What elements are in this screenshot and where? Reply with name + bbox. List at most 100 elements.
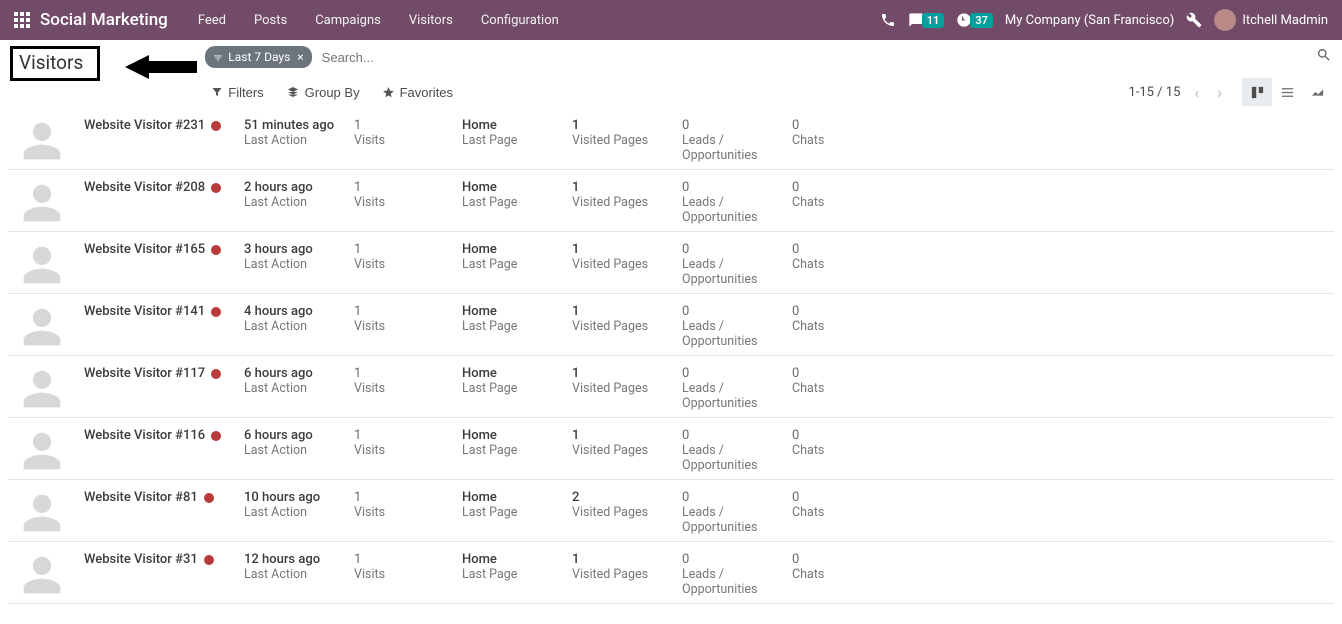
visitor-name: Website Visitor #116 — [84, 428, 205, 443]
user-name: Itchell Madmin — [1242, 13, 1328, 28]
visitor-row[interactable]: Website Visitor #8110 hours agoLast Acti… — [8, 480, 1334, 542]
tools-icon[interactable] — [1186, 12, 1202, 28]
visits-label: Visits — [354, 505, 452, 520]
leads-value: 0 — [682, 304, 782, 319]
pager-next[interactable]: › — [1213, 83, 1226, 102]
visited-pages-value: 1 — [572, 242, 672, 257]
visits-label: Visits — [354, 319, 452, 334]
menu-campaigns[interactable]: Campaigns — [303, 7, 393, 34]
visits-label: Visits — [354, 443, 452, 458]
activities-icon[interactable]: 37 — [956, 12, 993, 28]
visitor-avatar-icon — [16, 180, 68, 225]
visited-pages-label: Visited Pages — [572, 381, 672, 396]
visitor-row[interactable]: Website Visitor #1166 hours agoLast Acti… — [8, 418, 1334, 480]
chats-value: 0 — [792, 242, 882, 257]
leads-label: Leads / Opportunities — [682, 195, 782, 225]
filter-tag-remove[interactable]: × — [295, 50, 305, 64]
visits-label: Visits — [354, 257, 452, 272]
visits-label: Visits — [354, 133, 452, 148]
visits-label: Visits — [354, 195, 452, 210]
voip-icon[interactable] — [880, 12, 896, 28]
filter-icon — [213, 52, 223, 62]
visited-pages-label: Visited Pages — [572, 319, 672, 334]
visits-label: Visits — [354, 381, 452, 396]
visitor-row[interactable]: Website Visitor #23151 minutes agoLast A… — [8, 108, 1334, 170]
visits-value: 1 — [354, 180, 452, 195]
visitor-row[interactable]: Website Visitor #3112 hours agoLast Acti… — [8, 542, 1334, 604]
last-page-value: Home — [462, 428, 562, 443]
status-dot-icon — [211, 369, 221, 379]
last-page-label: Last Page — [462, 195, 562, 210]
visitor-row[interactable]: Website Visitor #2082 hours agoLast Acti… — [8, 170, 1334, 232]
last-action-label: Last Action — [244, 319, 344, 334]
last-page-label: Last Page — [462, 257, 562, 272]
leads-label: Leads / Opportunities — [682, 381, 782, 411]
apps-icon[interactable] — [12, 10, 32, 30]
visitor-name: Website Visitor #81 — [84, 490, 198, 505]
layers-icon — [286, 86, 300, 98]
search-filter-tag[interactable]: Last 7 Days × — [205, 46, 311, 68]
groupby-button[interactable]: Group By — [286, 85, 360, 100]
last-action-time: 4 hours ago — [244, 304, 344, 319]
visitor-row[interactable]: Website Visitor #1176 hours agoLast Acti… — [8, 356, 1334, 418]
last-action-label: Last Action — [244, 257, 344, 272]
visitor-row[interactable]: Website Visitor #1653 hours agoLast Acti… — [8, 232, 1334, 294]
leads-value: 0 — [682, 552, 782, 567]
visitor-avatar-icon — [16, 304, 68, 349]
visitor-name: Website Visitor #231 — [84, 118, 205, 133]
search-icon[interactable] — [1316, 47, 1332, 67]
last-action-label: Last Action — [244, 195, 344, 210]
view-list-button[interactable] — [1272, 78, 1302, 106]
favorites-label: Favorites — [400, 85, 453, 100]
chats-label: Chats — [792, 319, 882, 334]
user-avatar-icon — [1214, 9, 1236, 31]
last-page-label: Last Page — [462, 381, 562, 396]
leads-value: 0 — [682, 180, 782, 195]
visitor-name: Website Visitor #31 — [84, 552, 198, 567]
leads-label: Leads / Opportunities — [682, 257, 782, 287]
menu-configuration[interactable]: Configuration — [469, 7, 571, 34]
last-page-value: Home — [462, 118, 562, 133]
app-brand[interactable]: Social Marketing — [40, 10, 168, 30]
view-kanban-button[interactable] — [1242, 78, 1272, 106]
visits-value: 1 — [354, 366, 452, 381]
menu-posts[interactable]: Posts — [242, 7, 299, 34]
menu-visitors[interactable]: Visitors — [397, 7, 465, 34]
visitor-row[interactable]: Website Visitor #141 4 hours agoLast Acti… — [8, 294, 1334, 356]
visited-pages-value: 1 — [572, 428, 672, 443]
visits-value: 1 — [354, 304, 452, 319]
chats-label: Chats — [792, 505, 882, 520]
annotation-arrow-icon — [125, 49, 205, 89]
star-icon — [382, 86, 395, 99]
last-page-value: Home — [462, 552, 562, 567]
status-dot-icon — [204, 555, 214, 565]
last-action-label: Last Action — [244, 381, 344, 396]
pager-prev[interactable]: ‹ — [1190, 83, 1203, 102]
visitor-name: Website Visitor #141 — [84, 304, 205, 319]
last-page-label: Last Page — [462, 133, 562, 148]
last-action-label: Last Action — [244, 443, 344, 458]
company-switcher[interactable]: My Company (San Francisco) — [1005, 13, 1174, 28]
visitor-avatar-icon — [16, 552, 68, 597]
last-page-label: Last Page — [462, 505, 562, 520]
visitor-name: Website Visitor #165 — [84, 242, 205, 257]
view-graph-button[interactable] — [1302, 78, 1332, 106]
activities-badge: 37 — [970, 13, 993, 28]
visits-label: Visits — [354, 567, 452, 582]
visits-value: 1 — [354, 428, 452, 443]
search-input[interactable] — [318, 47, 1310, 68]
pager-text[interactable]: 1-15 / 15 — [1128, 85, 1180, 100]
control-panel: Visitors Last 7 Days × Filters — [0, 40, 1342, 108]
main-menu: Feed Posts Campaigns Visitors Configurat… — [186, 7, 571, 34]
visitor-avatar-icon — [16, 428, 68, 473]
chats-label: Chats — [792, 257, 882, 272]
menu-feed[interactable]: Feed — [186, 7, 238, 34]
leads-label: Leads / Opportunities — [682, 443, 782, 473]
last-page-value: Home — [462, 180, 562, 195]
favorites-button[interactable]: Favorites — [382, 85, 453, 100]
discuss-icon[interactable]: 11 — [908, 12, 945, 28]
filters-button[interactable]: Filters — [211, 85, 263, 100]
page-title: Visitors — [10, 46, 100, 81]
top-navbar: Social Marketing Feed Posts Campaigns Vi… — [0, 0, 1342, 40]
user-menu[interactable]: Itchell Madmin — [1214, 9, 1328, 31]
